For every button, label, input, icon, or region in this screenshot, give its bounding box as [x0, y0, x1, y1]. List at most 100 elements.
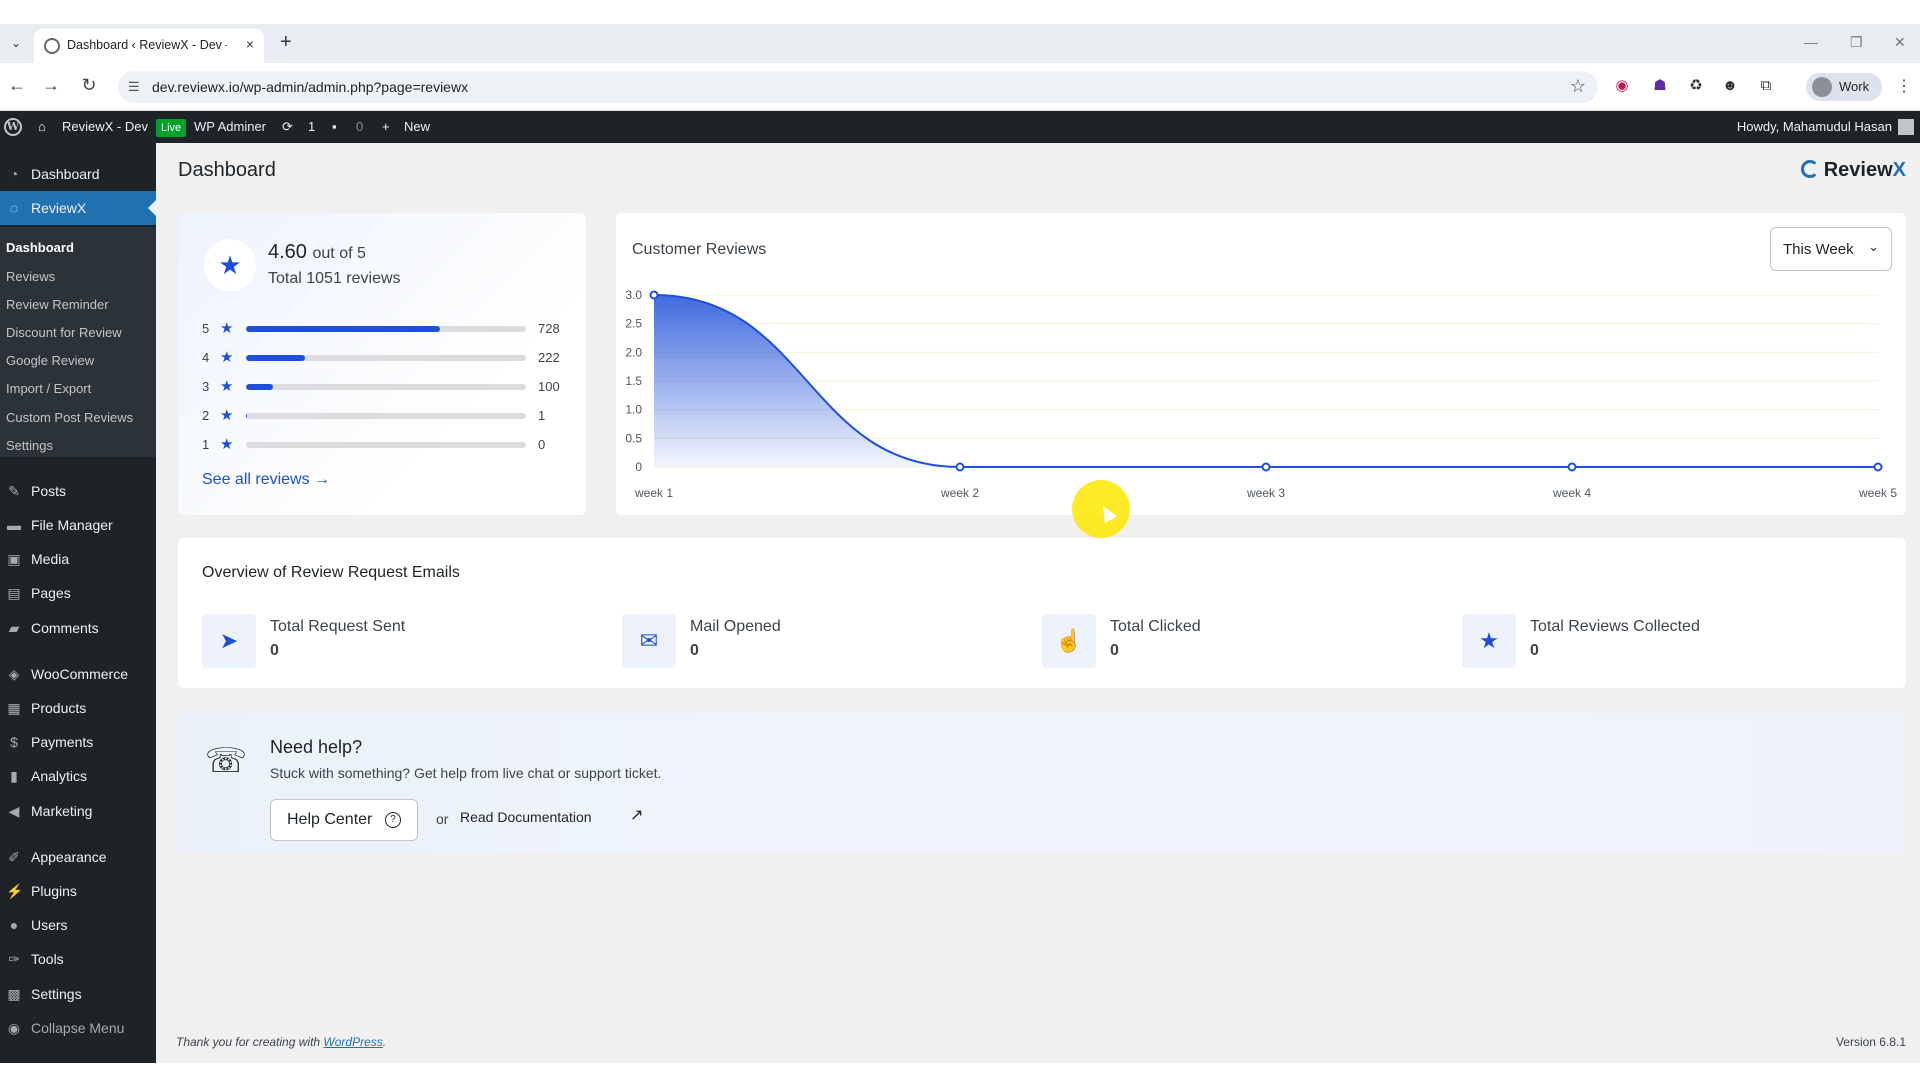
help-center-button[interactable]: Help Center ?: [270, 799, 418, 841]
sidebar-item-marketing[interactable]: ◀ Marketing: [0, 794, 156, 828]
browser-tab-dashboard[interactable]: Dashboard ‹ ReviewX - Dev — ×: [34, 29, 264, 63]
reviewx-icon: ◌: [9, 200, 19, 216]
x-tick-label: week 4: [1552, 486, 1591, 500]
bookmark-star-icon[interactable]: ☆: [1570, 76, 1586, 97]
submenu-review-reminder[interactable]: Review Reminder: [6, 297, 109, 312]
submenu-reviews[interactable]: Reviews: [6, 269, 55, 284]
back-icon[interactable]: ←: [6, 75, 28, 96]
site-name-link[interactable]: ReviewX - Dev: [62, 111, 148, 143]
extension-record-icon[interactable]: ◉: [1612, 76, 1632, 96]
updates-icon[interactable]: ⟳: [282, 111, 293, 143]
submenu-dashboard[interactable]: Dashboard: [6, 240, 74, 255]
y-tick-label: 3.0: [625, 288, 642, 302]
sidebar-item-posts[interactable]: ✎ Posts: [0, 474, 156, 508]
sidebar-item-dashboard[interactable]: ◔ Dashboard: [0, 157, 156, 191]
rating-star-level: 5: [202, 321, 210, 336]
sidebar-item-settings[interactable]: ▩ Settings: [0, 977, 156, 1011]
pin-icon: ✎: [8, 483, 20, 499]
rating-bar-track: [246, 442, 526, 448]
see-all-reviews-link[interactable]: See all reviews →: [202, 471, 330, 489]
rating-count: 0: [538, 437, 546, 452]
star-icon: ★: [220, 378, 234, 395]
sidebar-item-file-manager[interactable]: ▬ File Manager: [0, 508, 156, 542]
folder-icon: ▬: [7, 517, 21, 533]
new-content-link[interactable]: New: [404, 111, 430, 143]
rating-count: 100: [538, 379, 560, 394]
time-range-select[interactable]: This Week ⌄: [1770, 227, 1892, 271]
media-icon: ▣: [7, 551, 21, 567]
chart-bar-icon: ▮: [10, 768, 18, 784]
star-icon: ★: [204, 239, 256, 291]
sidebar-item-plugins[interactable]: ⚡ Plugins: [0, 874, 156, 908]
send-icon: ➤: [202, 614, 256, 668]
comment-icon: ▰: [8, 620, 20, 636]
sidebar-item-woocommerce[interactable]: ◈ WooCommerce: [0, 657, 156, 691]
collapse-icon: ◉: [7, 1020, 21, 1036]
site-home-icon[interactable]: ⌂: [38, 111, 46, 143]
new-tab-button[interactable]: +: [280, 31, 292, 54]
sidebar-item-comments[interactable]: ▰ Comments: [0, 611, 156, 645]
rating-star-level: 2: [202, 408, 210, 423]
submenu-settings[interactable]: Settings: [6, 438, 53, 453]
help-subtitle: Stuck with something? Get help from live…: [270, 765, 662, 781]
wp-adminer-link[interactable]: WP Adminer: [194, 111, 266, 143]
sidebar-item-products[interactable]: ▦ Products: [0, 691, 156, 725]
y-tick-label: 1.5: [625, 374, 642, 388]
chevron-down-icon: ⌄: [1868, 239, 1879, 254]
data-point: [1567, 462, 1577, 472]
comments-icon[interactable]: ▪: [332, 111, 337, 143]
need-help-card: ☏ Need help? Stuck with something? Get h…: [178, 713, 1906, 851]
extensions-puzzle-icon[interactable]: ⧉: [1756, 76, 1776, 96]
sidebar-item-users[interactable]: ● Users: [0, 908, 156, 942]
x-tick-label: week 3: [1246, 486, 1285, 500]
wordpress-link[interactable]: WordPress: [323, 1035, 382, 1049]
total-reviews: Total 1051 reviews: [268, 270, 401, 287]
comments-count[interactable]: 0: [356, 111, 363, 143]
collapse-menu-button[interactable]: ◉ Collapse Menu: [0, 1011, 156, 1045]
plug-icon: ⚡: [6, 883, 24, 899]
submenu-discount-for-review[interactable]: Discount for Review: [6, 325, 122, 340]
profile-label: Work: [1839, 79, 1870, 94]
updates-count[interactable]: 1: [308, 111, 315, 143]
stat-mail-opened: ✉ Mail Opened 0: [622, 614, 1022, 674]
sidebar-item-media[interactable]: ▣ Media: [0, 542, 156, 576]
profile-button[interactable]: Work: [1806, 73, 1882, 101]
sidebar-item-pages[interactable]: ▤ Pages: [0, 576, 156, 610]
sidebar-item-analytics[interactable]: ▮ Analytics: [0, 759, 156, 793]
extension-recycle-icon[interactable]: ♻: [1686, 76, 1706, 96]
url-text: dev.reviewx.io/wp-admin/admin.php?page=r…: [152, 79, 469, 95]
howdy-user-link[interactable]: Howdy, Mahamudul Hasan: [1737, 111, 1892, 143]
submenu-google-review[interactable]: Google Review: [6, 353, 94, 368]
wordpress-logo-icon[interactable]: W: [4, 118, 22, 136]
tab-close-icon[interactable]: ×: [246, 36, 254, 52]
extension-badge-icon[interactable]: ☗: [1650, 76, 1670, 96]
stat-total-reviews-collected: ★ Total Reviews Collected 0: [1462, 614, 1862, 674]
submenu-custom-post-reviews[interactable]: Custom Post Reviews: [6, 410, 133, 425]
user-avatar[interactable]: [1898, 119, 1914, 135]
wp-version: Version 6.8.1: [1835, 1035, 1906, 1049]
sidebar-item-payments[interactable]: $ Payments: [0, 725, 156, 759]
sidebar-item-tools[interactable]: ✑ Tools: [0, 942, 156, 976]
site-info-icon[interactable]: ☰: [128, 79, 140, 95]
forward-icon[interactable]: →: [40, 75, 62, 96]
external-link-icon[interactable]: ↗: [630, 805, 650, 825]
close-window-icon[interactable]: ✕: [1894, 34, 1906, 51]
extension-incognito-icon[interactable]: ☻: [1720, 76, 1740, 96]
reload-icon[interactable]: ↻: [78, 75, 100, 96]
url-field[interactable]: ☰ dev.reviewx.io/wp-admin/admin.php?page…: [118, 71, 1598, 103]
customer-reviews-chart: 0 0.5 1.0 1.5 2.0 2.5 3.0 week 1 week 2 week 3 wee…: [625, 288, 1897, 500]
data-point: [1261, 462, 1271, 472]
tab-bar: ⌄ Dashboard ‹ ReviewX - Dev — × + — ❐ ✕: [0, 24, 1920, 63]
new-plus-icon[interactable]: +: [382, 111, 390, 143]
browser-menu-icon[interactable]: ⋮: [1896, 76, 1912, 96]
restore-icon[interactable]: ❐: [1850, 34, 1863, 51]
rating-star-level: 1: [202, 437, 210, 452]
sidebar-item-appearance[interactable]: ✐ Appearance: [0, 840, 156, 874]
tab-search-icon[interactable]: ⌄: [6, 32, 26, 54]
minimize-icon[interactable]: —: [1804, 34, 1818, 50]
data-point: [649, 290, 659, 300]
read-documentation-link[interactable]: Read Documentation: [460, 809, 592, 825]
sidebar-item-reviewx[interactable]: ◌ ReviewX: [0, 191, 156, 225]
submenu-import-export[interactable]: Import / Export: [6, 381, 91, 396]
rating-summary-card: ★ 4.60 out of 5 Total 1051 reviews See a…: [178, 213, 586, 515]
